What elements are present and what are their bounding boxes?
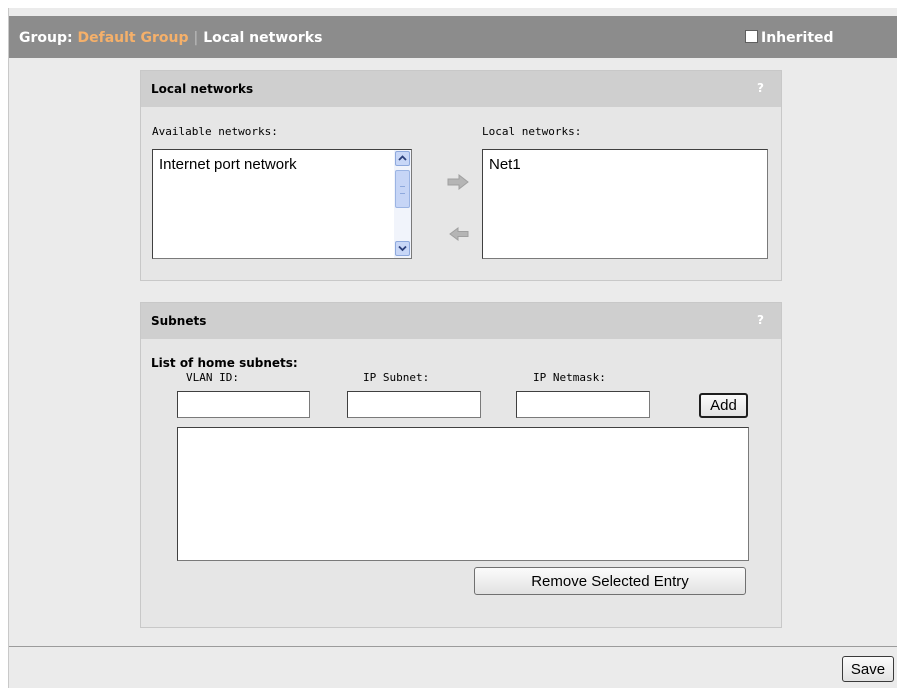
save-button[interactable]: Save — [842, 656, 894, 682]
local-networks-list[interactable]: Net1 — [482, 149, 768, 259]
scroll-thumb[interactable] — [395, 170, 410, 208]
available-networks-list[interactable]: Internet port network — [152, 149, 412, 259]
inherited-toggle[interactable]: Inherited — [745, 30, 834, 46]
arrow-right-icon[interactable] — [447, 174, 469, 190]
scroll-down-button[interactable] — [395, 241, 410, 256]
subnet-entries-list[interactable] — [177, 427, 749, 561]
local-networks-panel-title: Local networks — [151, 82, 254, 96]
available-list-scrollbar[interactable] — [394, 150, 411, 258]
help-icon[interactable]: ? — [757, 81, 764, 95]
title-separator: | — [193, 30, 199, 46]
ip-subnet-label: IP Subnet: — [363, 371, 430, 384]
group-label: Group: — [19, 30, 73, 46]
list-item[interactable]: Net1 — [489, 156, 521, 173]
subnets-panel-header: Subnets ? — [141, 303, 781, 339]
vlan-id-input[interactable] — [177, 391, 310, 418]
vlan-id-label: VLAN ID: — [186, 371, 239, 384]
title-bar: Group: Default Group | Local networks Inhe… — [9, 16, 897, 58]
page-heading: Group: Default Group | Local networks — [19, 30, 322, 46]
ip-netmask-label: IP Netmask: — [533, 371, 606, 384]
footer-divider — [9, 646, 897, 647]
subnets-panel: Subnets ? List of home subnets: VLAN ID:… — [140, 302, 782, 628]
subnets-panel-title: Subnets — [151, 314, 207, 328]
ip-subnet-input[interactable] — [347, 391, 481, 418]
ip-netmask-input[interactable] — [516, 391, 650, 418]
page-title: Local networks — [203, 30, 323, 46]
inherited-checkbox[interactable] — [745, 30, 758, 43]
remove-selected-entry-button[interactable]: Remove Selected Entry — [474, 567, 746, 595]
home-subnets-label: List of home subnets: — [151, 356, 298, 370]
group-name-link[interactable]: Default Group — [77, 30, 188, 46]
local-networks-panel-header: Local networks ? — [141, 71, 781, 107]
available-networks-label: Available networks: — [152, 125, 278, 138]
local-networks-panel: Local networks ? Available networks: Loc… — [140, 70, 782, 281]
scroll-up-button[interactable] — [395, 151, 410, 166]
list-item[interactable]: Internet port network — [159, 156, 297, 173]
arrow-left-icon[interactable] — [449, 227, 469, 241]
help-icon[interactable]: ? — [757, 313, 764, 327]
page-frame: Group: Default Group | Local networks Inhe… — [8, 8, 897, 688]
inherited-label: Inherited — [761, 30, 834, 46]
local-networks-label: Local networks: — [482, 125, 582, 138]
add-button[interactable]: Add — [699, 393, 748, 418]
